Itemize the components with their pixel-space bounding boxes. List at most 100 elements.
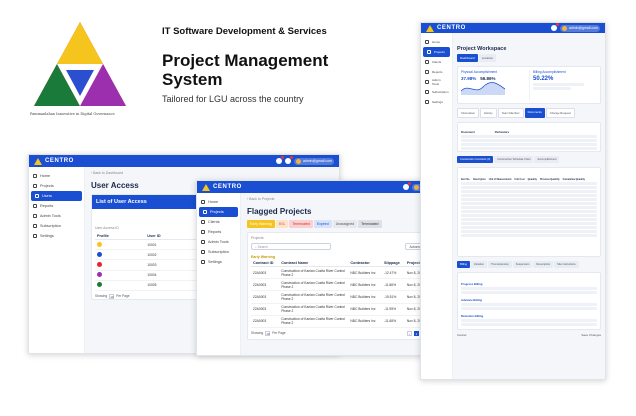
tab-suspension[interactable]: Suspension — [512, 261, 533, 268]
sidebar-item-projects[interactable]: Projects — [199, 207, 238, 217]
tools-icon — [425, 80, 429, 84]
gear-icon — [425, 100, 429, 104]
brand-icon — [34, 157, 42, 165]
avatar — [97, 272, 102, 278]
sidebar-item-reports[interactable]: Reports — [29, 201, 84, 211]
users-icon — [425, 60, 429, 64]
tab-bsl[interactable]: BSL — [275, 220, 289, 228]
tab-unassigned[interactable]: Unassigned — [332, 220, 358, 228]
sidebar-item-clients[interactable]: Clients — [421, 57, 452, 67]
folder-icon — [33, 184, 37, 188]
home-icon — [425, 40, 429, 44]
per-page-select[interactable]: 10 — [265, 330, 271, 336]
gear-icon — [33, 234, 37, 238]
sidebar-item-admin[interactable]: Admin Tools — [29, 211, 84, 221]
tab-construction-contracts[interactable]: Construction Contracts (4) — [457, 156, 494, 163]
home-icon — [201, 200, 205, 204]
table-row[interactable]: 22A0003 Construction of Kanlan Cosifa Riv… — [251, 278, 447, 292]
save-button[interactable]: Save Changes — [581, 333, 601, 337]
tab-accomplishment[interactable]: Accomplishment — [534, 156, 560, 163]
user-menu[interactable]: admin@gmail.com — [293, 157, 334, 165]
notification-icon[interactable] — [275, 156, 284, 164]
tab-resumption[interactable]: Resumption — [533, 261, 554, 268]
product-title-line1: Project Management — [162, 51, 329, 70]
avatar — [97, 261, 102, 267]
top-bar: CENTRO admin@gmail.com — [421, 23, 605, 33]
accomplishment-wave-chart — [460, 82, 506, 95]
sidebar-item-subscription[interactable]: Subscription — [197, 247, 240, 257]
sidebar-item-subscription[interactable]: Subscription — [421, 87, 452, 97]
sidebar-item-home[interactable]: Home — [421, 37, 452, 47]
tab-terminated[interactable]: Terminated — [289, 220, 313, 228]
avatar — [97, 251, 102, 257]
table-row[interactable]: 22A0003 Construction of Kanlan Cosifa Riv… — [251, 290, 447, 304]
notification-icon[interactable] — [550, 23, 559, 31]
sidebar-item-reports[interactable]: Reports — [421, 67, 452, 77]
report-icon — [201, 230, 205, 234]
flagged-projects-window: CENTRO admin@gmail.com Home Projects Cli… — [196, 180, 458, 356]
sidebar-item-settings[interactable]: Settings — [197, 257, 240, 267]
brand-name: CENTRO — [213, 184, 242, 190]
sidebar: Home Projects Users Reports Admin Tools … — [29, 167, 85, 353]
sidebar-item-reports[interactable]: Reports — [197, 227, 240, 237]
tab-early-warning[interactable]: Early Warning — [247, 220, 275, 228]
folder-icon — [203, 210, 207, 214]
sidebar-item-projects[interactable]: Projects — [29, 181, 84, 191]
tab-variation[interactable]: Variation — [470, 261, 487, 268]
sidebar-item-settings[interactable]: Settings — [421, 97, 452, 107]
user-email: admin@gmail.com — [302, 159, 332, 163]
tab-time-extension[interactable]: Time Extension — [487, 261, 512, 268]
boq-card: Item No. Description Unit of Measurement Un… — [457, 167, 601, 257]
sidebar-item-users[interactable]: Users — [31, 191, 82, 201]
sidebar-item-admin[interactable]: Admin Tools — [197, 237, 240, 247]
avatar — [97, 282, 102, 288]
tab-history[interactable]: History — [480, 108, 497, 118]
sidebar-item-home[interactable]: Home — [197, 197, 240, 207]
cancel-button[interactable]: Cancel — [457, 333, 466, 337]
notification-icon[interactable] — [402, 182, 411, 190]
documents-card: Document Particulars — [457, 122, 601, 152]
avatar — [413, 184, 419, 190]
search-input[interactable]: ⌕ Search — [251, 243, 331, 250]
logo-caption: Pammanlahan Innovative in Digital Govern… — [30, 112, 115, 116]
card-icon — [425, 90, 429, 94]
avatar — [97, 241, 102, 247]
pager: Showing 10 Per Page ‹ 1 2 3 4 › — [251, 330, 447, 336]
tab-information[interactable]: Information — [457, 108, 479, 118]
sidebar-item-home[interactable]: Home — [29, 171, 84, 181]
tab-site-instructions[interactable]: Site Instructions — [554, 261, 579, 268]
product-title-line2: System — [162, 70, 223, 89]
page-button[interactable]: 1 — [414, 330, 419, 336]
tab-location[interactable]: Location — [478, 54, 497, 62]
sidebar-item-admin[interactable]: Admin Tools — [421, 77, 452, 87]
table-row[interactable]: 22A0003 Construction of Kanlan Cosifa Riv… — [251, 315, 447, 328]
tab-team-member[interactable]: Team Member — [497, 108, 524, 118]
message-icon[interactable] — [284, 156, 293, 164]
company-logo — [34, 22, 126, 106]
tools-icon — [201, 240, 205, 244]
tab-change-request[interactable]: Change Request — [545, 108, 575, 118]
sidebar-item-projects[interactable]: Projects — [423, 47, 450, 57]
sidebar-item-subscription[interactable]: Subscription — [29, 221, 84, 231]
per-page-select[interactable]: 10 — [109, 293, 115, 299]
tab-schedule-chart[interactable]: Construction Schedule Chart — [494, 156, 534, 163]
avatar — [295, 158, 301, 164]
sidebar-item-settings[interactable]: Settings — [29, 231, 84, 241]
breadcrumb[interactable]: ‹ Back to Dashboard — [91, 171, 333, 175]
users-icon — [35, 194, 39, 198]
home-icon — [33, 174, 37, 178]
gear-icon — [201, 260, 205, 264]
table-row[interactable]: 22A0003 Construction of Kanlan Cosifa Riv… — [251, 303, 447, 316]
tab-billing[interactable]: Billing — [457, 261, 470, 268]
tab-expired[interactable]: Expired — [313, 220, 332, 228]
user-menu[interactable]: admin@gmail.com — [559, 24, 600, 32]
prev-page-button[interactable]: ‹ — [407, 330, 412, 336]
tab-documents[interactable]: Documents — [524, 108, 545, 118]
folder-icon — [427, 50, 431, 54]
tab-terminated-2[interactable]: Terminated — [358, 220, 382, 228]
sidebar-item-clients[interactable]: Clients — [197, 217, 240, 227]
table-row[interactable]: 22A0003 Construction of Kanlan Cosifa Riv… — [251, 266, 447, 280]
sidebar: Home Projects Clients Reports Admin Tool… — [197, 193, 241, 355]
tab-dashboard[interactable]: Dashboard — [457, 54, 478, 62]
billing-card: Progress Billing Advance Billing Retenti… — [457, 272, 601, 330]
